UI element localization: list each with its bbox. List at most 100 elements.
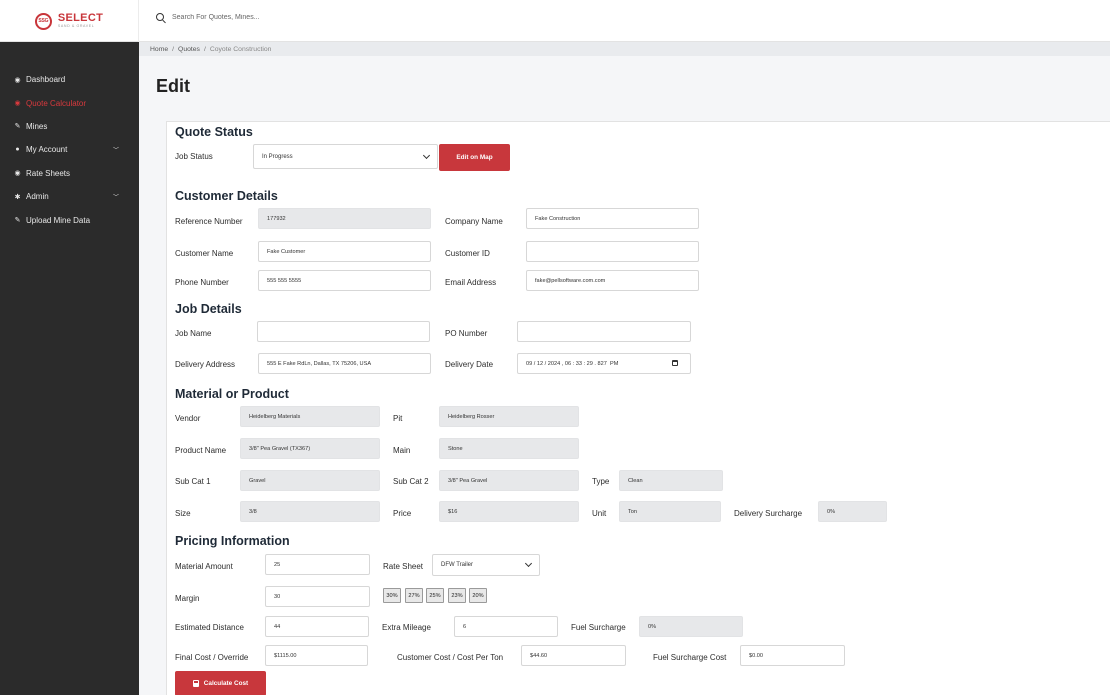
sidebar-item-label: Upload Mine Data xyxy=(26,215,91,225)
breadcrumb-quotes[interactable]: Quotes xyxy=(178,46,200,53)
product-name-label: Product Name xyxy=(175,446,227,455)
main-field[interactable] xyxy=(439,438,579,459)
customer-cost-field[interactable] xyxy=(521,645,626,666)
sub-cat-2-field[interactable] xyxy=(439,470,579,491)
edit-on-map-button[interactable]: Edit on Map xyxy=(439,144,510,171)
job-name-label: Job Name xyxy=(175,329,212,338)
margin-preset-20-button[interactable]: 20% xyxy=(469,588,487,603)
sidebar-item-mines[interactable]: ✎ Mines xyxy=(0,115,139,138)
estimated-distance-field[interactable] xyxy=(265,616,369,637)
pit-field[interactable] xyxy=(439,406,579,427)
unit-field[interactable] xyxy=(619,501,721,522)
reference-number-field[interactable] xyxy=(258,208,431,229)
brand-logo[interactable]: SSG SELECT SAND & GRAVEL xyxy=(0,0,139,42)
logo-mark-icon: SSG xyxy=(34,12,52,30)
type-label: Type xyxy=(592,477,610,486)
sidebar-item-admin[interactable]: ✱ Admin ﹀ xyxy=(0,185,139,208)
breadcrumb-current: Coyote Construction xyxy=(209,45,272,53)
sidebar-item-quote-calculator[interactable]: ◉ Quote Calculator xyxy=(0,91,139,114)
breadcrumb-home[interactable]: Home xyxy=(150,46,168,53)
delivery-date-field[interactable] xyxy=(517,353,691,374)
material-amount-field[interactable] xyxy=(265,554,370,575)
chevron-down-icon xyxy=(524,559,533,568)
gears-icon: ✱ xyxy=(14,193,21,201)
breadcrumb-separator: / xyxy=(203,45,206,53)
vendor-field[interactable] xyxy=(240,406,380,427)
search-bar xyxy=(156,13,372,21)
sidebar-item-rate-sheets[interactable]: ◉ Rate Sheets xyxy=(0,162,139,185)
edit-icon: ✎ xyxy=(14,123,21,131)
customer-details-title: Customer Details xyxy=(175,189,278,203)
calculator-icon xyxy=(192,680,199,687)
sidebar-item-upload-mine-data[interactable]: ✎ Upload Mine Data xyxy=(0,208,139,231)
delivery-surcharge-field[interactable] xyxy=(818,501,887,522)
customer-name-field[interactable] xyxy=(258,241,431,262)
rate-sheet-select[interactable]: DFW Trailer xyxy=(432,554,540,576)
calculate-cost-button[interactable]: Calculate Cost xyxy=(175,671,266,695)
email-address-label: Email Address xyxy=(445,278,497,287)
phone-number-label: Phone Number xyxy=(175,278,229,287)
sub-cat-1-field[interactable] xyxy=(240,470,380,491)
delivery-address-field[interactable] xyxy=(258,353,431,374)
job-details-title: Job Details xyxy=(175,302,242,316)
sidebar-item-label: My Account xyxy=(26,145,68,155)
delivery-address-label: Delivery Address xyxy=(175,360,236,369)
job-name-field[interactable] xyxy=(257,321,430,342)
size-field[interactable] xyxy=(240,501,380,522)
breadcrumb: Home / Quotes / Coyote Construction xyxy=(139,42,1110,56)
sidebar-item-label: Mines xyxy=(26,121,48,131)
job-status-label: Job Status xyxy=(175,152,213,161)
phone-number-field[interactable] xyxy=(258,270,431,291)
margin-preset-23-button[interactable]: 23% xyxy=(448,588,466,603)
margin-preset-25-button[interactable]: 25% xyxy=(426,588,444,603)
brand-tagline: SAND & GRAVEL xyxy=(57,24,95,29)
price-label: Price xyxy=(393,509,412,518)
brand-name: SELECT xyxy=(57,12,104,25)
fuel-surcharge-label: Fuel Surcharge xyxy=(571,623,626,632)
sidebar-item-label: Admin xyxy=(26,192,49,202)
extra-mileage-label: Extra Mileage xyxy=(382,623,431,632)
margin-preset-27-button[interactable]: 27% xyxy=(405,588,423,603)
calculate-cost-label: Calculate Cost xyxy=(203,680,249,687)
product-name-field[interactable] xyxy=(240,438,380,459)
quote-form-card: Quote Status Job Status In Progress Edit… xyxy=(166,121,1110,695)
size-label: Size xyxy=(175,509,191,518)
po-number-label: PO Number xyxy=(445,329,488,338)
fuel-surcharge-cost-label: Fuel Surcharge Cost xyxy=(653,653,727,662)
margin-preset-30-button[interactable]: 30% xyxy=(383,588,401,603)
price-field[interactable] xyxy=(439,501,579,522)
job-status-value: In Progress xyxy=(262,153,293,160)
company-name-field[interactable] xyxy=(526,208,699,229)
search-input[interactable] xyxy=(172,13,372,21)
sub-cat-2-label: Sub Cat 2 xyxy=(393,477,429,486)
company-name-label: Company Name xyxy=(445,217,503,226)
type-field[interactable] xyxy=(619,470,723,491)
material-amount-label: Material Amount xyxy=(175,562,233,571)
chevron-down-icon[interactable]: ﹀ xyxy=(113,192,119,201)
rate-sheet-value: DFW Trailer xyxy=(441,562,473,568)
po-number-field[interactable] xyxy=(517,321,691,342)
job-status-select[interactable]: In Progress xyxy=(253,144,438,169)
final-cost-field[interactable] xyxy=(265,645,368,666)
sidebar-item-my-account[interactable]: ● My Account ﹀ xyxy=(0,138,139,161)
sub-cat-1-label: Sub Cat 1 xyxy=(175,477,211,486)
extra-mileage-field[interactable] xyxy=(454,616,558,637)
sidebar-item-label: Rate Sheets xyxy=(26,168,71,178)
sidebar-item-dashboard[interactable]: ◉ Dashboard xyxy=(0,68,139,91)
estimated-distance-label: Estimated Distance xyxy=(175,623,244,632)
chevron-down-icon[interactable]: ﹀ xyxy=(113,145,119,154)
margin-field[interactable] xyxy=(265,586,370,607)
fuel-surcharge-field[interactable] xyxy=(639,616,743,637)
delivery-date-label: Delivery Date xyxy=(445,360,494,369)
fuel-surcharge-cost-field[interactable] xyxy=(740,645,845,666)
main-label: Main xyxy=(393,446,411,455)
top-bar: SSG SELECT SAND & GRAVEL xyxy=(0,0,1110,42)
email-address-field[interactable] xyxy=(526,270,699,291)
customer-name-label: Customer Name xyxy=(175,249,234,258)
unit-label: Unit xyxy=(592,509,607,518)
page-title: Edit xyxy=(156,76,190,96)
calendar-icon[interactable] xyxy=(672,360,678,366)
customer-id-field[interactable] xyxy=(526,241,699,262)
customer-cost-label: Customer Cost / Cost Per Ton xyxy=(397,653,504,662)
rate-sheet-label: Rate Sheet xyxy=(383,562,424,571)
